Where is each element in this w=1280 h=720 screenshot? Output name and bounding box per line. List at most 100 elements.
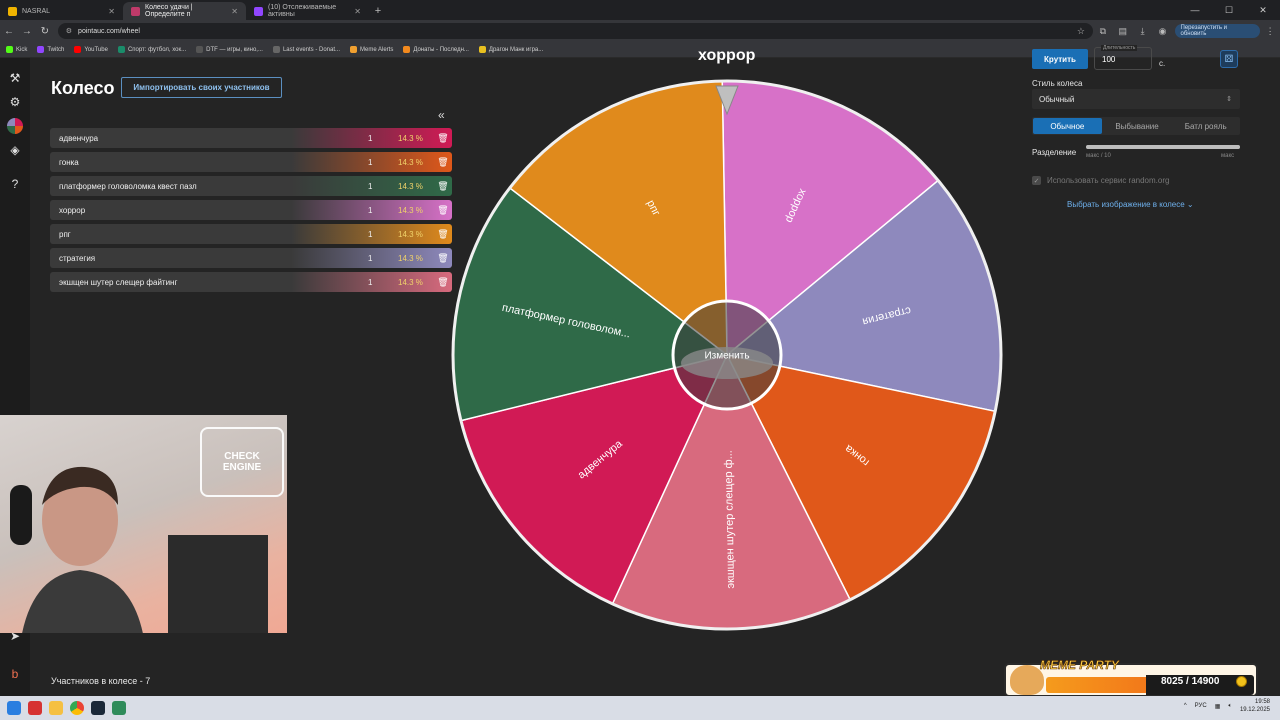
bookmark-item[interactable]: Драгон Манк игра... (478, 46, 543, 53)
tab-label: (10) Отслеживаемые активны (268, 4, 337, 18)
import-participants-button[interactable]: Импортировать своих участников (121, 77, 282, 98)
new-tab-button[interactable]: + (369, 2, 387, 20)
streamer-image (10, 466, 143, 633)
bookmark-item[interactable]: Last events - Donat... (272, 46, 340, 53)
slider-max-label: макс (1221, 153, 1235, 159)
split-slider[interactable] (1086, 145, 1240, 149)
close-tab-icon[interactable]: ✕ (231, 7, 238, 16)
explorer-icon[interactable] (49, 701, 63, 715)
settings-icon[interactable]: ⚙ (7, 94, 23, 110)
youtube-icon (74, 46, 82, 53)
url-field[interactable]: ⚙ pointauc.com/wheel ☆ (57, 23, 1093, 39)
wheel: хоррор стратегия гонка экшщен шутер слещер … (450, 78, 1004, 634)
network-icon[interactable]: ▦ (1215, 703, 1221, 710)
participant-row[interactable]: хоррор 1 14.3 % 🗑︎ (50, 200, 452, 220)
relaunch-button[interactable]: Перезапустить и обновить (1174, 24, 1261, 38)
bookmark-item[interactable]: Спорт: футбол, хок... (117, 46, 186, 53)
auction-hammer-icon[interactable]: ⚒ (7, 70, 23, 86)
download-icon[interactable]: ⤓ (1133, 22, 1153, 40)
tab-label: Колесо удачи | Определите п (145, 4, 193, 18)
delete-participant-icon[interactable]: 🗑︎ (434, 133, 452, 144)
layers-icon[interactable]: ◈ (7, 142, 23, 158)
steam-icon[interactable] (91, 701, 105, 715)
tab-favicon (8, 6, 17, 16)
browser-tab-2[interactable]: Колесо удачи | Определите п ✕ (123, 2, 246, 20)
participant-name: стратегия (59, 253, 96, 263)
maximize-icon[interactable]: ☐ (1212, 0, 1246, 20)
delete-participant-icon[interactable]: 🗑︎ (434, 181, 452, 192)
minimize-icon[interactable]: — (1178, 0, 1212, 20)
app-icon[interactable] (112, 701, 126, 715)
close-tab-icon[interactable]: ✕ (354, 7, 361, 16)
wheel-winner-label: хоррор (698, 47, 756, 64)
duration-field[interactable]: Длительность 100 (1094, 45, 1152, 70)
participant-row[interactable]: платформер головоломка квест пазл 1 14.3 %… (50, 176, 452, 196)
split-label: Разделение (1032, 148, 1077, 157)
participant-row[interactable]: адвенчура 1 14.3 % 🗑︎ (50, 128, 452, 148)
random-dice-icon[interactable]: ⚄ (1220, 50, 1238, 68)
participant-percent: 14.3 % (398, 253, 423, 263)
sidepanel-icon[interactable]: ▤ (1113, 22, 1133, 40)
delete-participant-icon[interactable]: 🗑︎ (434, 205, 452, 216)
participant-row[interactable]: стратегия 1 14.3 % 🗑︎ (50, 248, 452, 268)
language-indicator[interactable]: РУС (1195, 703, 1207, 709)
bookmark-item[interactable]: Twitch (37, 46, 64, 53)
webcam-overlay: CHECK ENGINE (0, 415, 287, 633)
reload-icon[interactable]: ↻ (36, 22, 54, 40)
menu-icon[interactable]: ⋮ (1260, 22, 1280, 40)
system-tray: ^ РУС ▦ 🔈︎ 19:58 19.12.2025 (1184, 698, 1270, 714)
participants-count: Участников в колесе - 7 (51, 676, 151, 686)
mode-normal[interactable]: Обычное (1033, 118, 1102, 134)
boosty-icon[interactable]: b (7, 666, 23, 682)
participant-row[interactable]: гонка 1 14.3 % 🗑︎ (50, 152, 452, 172)
yandex-icon[interactable] (28, 701, 42, 715)
participant-row[interactable]: рпг 1 14.3 % 🗑︎ (50, 224, 452, 244)
choose-wheel-image-link[interactable]: Выбрать изображение в колесе ⌄ (1067, 200, 1194, 209)
delete-participant-icon[interactable]: 🗑︎ (434, 277, 452, 288)
volume-icon[interactable]: 🔈︎ (1228, 703, 1232, 710)
participant-row[interactable]: экшщен шутер слещер файтинг 1 14.3 % 🗑︎ (50, 272, 452, 292)
random-org-label: Использовать сервис random.org (1047, 176, 1170, 185)
tab-favicon (254, 6, 263, 16)
delete-participant-icon[interactable]: 🗑︎ (434, 253, 452, 264)
forward-icon[interactable]: → (18, 22, 36, 40)
windows-start-icon[interactable] (7, 701, 21, 715)
participants-list: адвенчура 1 14.3 % 🗑︎ гонка 1 14.3 % 🗑︎ платформ… (50, 128, 452, 296)
clock[interactable]: 19:58 19.12.2025 (1240, 698, 1270, 714)
participant-percent: 14.3 % (398, 277, 423, 287)
chevron-updown-icon: ⇕ (1226, 96, 1232, 103)
tab-favicon (131, 6, 140, 16)
participant-count: 1 (368, 205, 373, 215)
wheel-slice-label: экшщен шутер слещер ф... (723, 450, 737, 589)
browser-tab-3[interactable]: (10) Отслеживаемые активны ✕ (246, 2, 369, 20)
bookmark-item[interactable]: DTF — игры, кино,... (196, 46, 263, 53)
back-icon[interactable]: ← (0, 22, 18, 40)
bookmark-item[interactable]: YouTube (74, 46, 108, 53)
extensions-icon[interactable]: ⧉ (1093, 22, 1113, 40)
bookmark-item[interactable]: Донаты - Последн... (403, 46, 469, 53)
help-icon[interactable]: ? (7, 176, 23, 192)
mode-elimination[interactable]: Выбывание (1103, 117, 1172, 135)
participant-count: 1 (368, 277, 373, 287)
chrome-icon[interactable] (70, 701, 84, 715)
close-tab-icon[interactable]: ✕ (108, 7, 115, 16)
browser-tab-1[interactable]: NASRAL ✕ (0, 2, 123, 20)
delete-participant-icon[interactable]: 🗑︎ (434, 157, 452, 168)
duration-label: Длительность (1101, 45, 1138, 51)
wheel-nav-icon[interactable] (7, 118, 23, 134)
close-window-icon[interactable]: ✕ (1246, 0, 1280, 20)
mode-battle-royale[interactable]: Батл рояль (1171, 117, 1240, 135)
collapse-panel-icon[interactable]: « (438, 108, 445, 122)
spin-button[interactable]: Крутить (1032, 49, 1088, 69)
participant-percent: 14.3 % (398, 205, 423, 215)
delete-participant-icon[interactable]: 🗑︎ (434, 229, 452, 240)
bookmark-item[interactable]: Kick (6, 46, 27, 53)
random-org-checkbox[interactable]: ✓ Использовать сервис random.org (1032, 176, 1169, 185)
tray-chevron-icon[interactable]: ^ (1184, 703, 1187, 709)
wheel-style-select[interactable]: Обычный ⇕ (1032, 89, 1240, 109)
profile-icon[interactable]: ◉ (1153, 22, 1173, 40)
site-info-icon[interactable]: ⚙ (66, 27, 72, 35)
bookmark-star-icon[interactable]: ☆ (1077, 26, 1085, 37)
bookmark-item[interactable]: Meme Alerts (350, 46, 393, 53)
twitch-icon (37, 46, 45, 53)
